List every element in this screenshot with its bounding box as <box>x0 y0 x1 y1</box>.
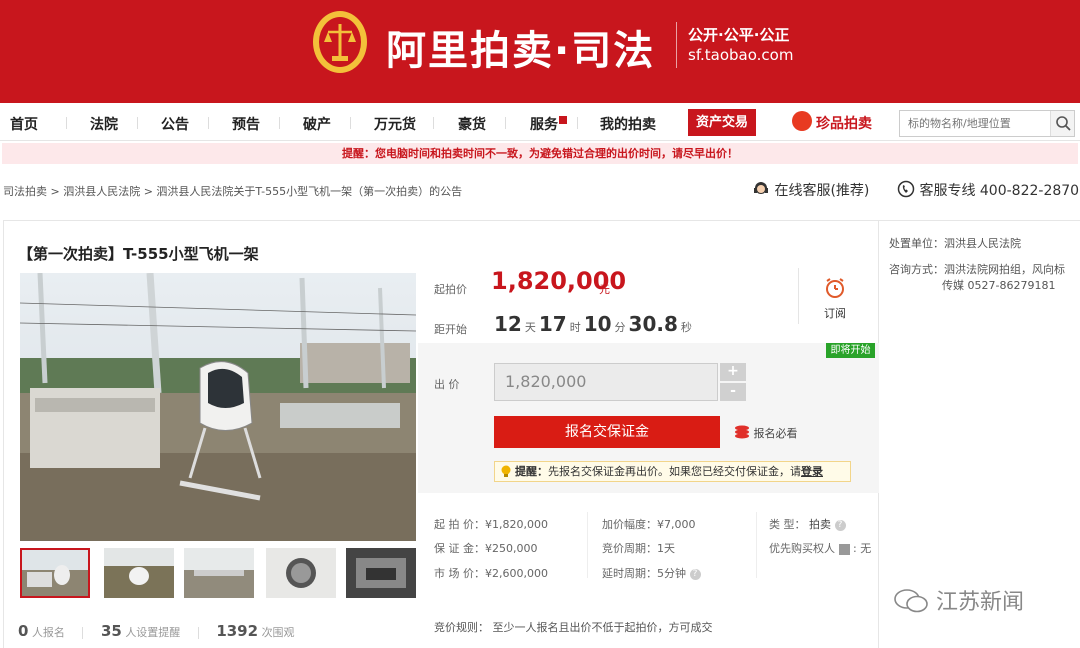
nav-divider <box>433 117 434 129</box>
nav-item-court[interactable]: 法院 <box>90 114 118 134</box>
brand-slogan: 公开·公平·公正 <box>688 26 790 44</box>
hotline: 客服专线 400-822-2870 <box>897 180 1079 200</box>
login-tip: 提醒：先报名交保证金再出价。如果您已经交付保证金，请登录 <box>494 461 851 482</box>
decrease-bid-button[interactable]: - <box>720 383 746 401</box>
nav-divider <box>505 117 506 129</box>
reminder-count: 35 <box>100 622 122 640</box>
site-banner: 阿里拍卖·司法 公开·公平·公正 sf.taobao.com <box>0 0 1080 103</box>
wechat-icon <box>894 589 928 613</box>
nav-divider <box>279 117 280 129</box>
nav-divider <box>137 117 138 129</box>
photo-thumbnails <box>20 548 416 600</box>
help-icon[interactable]: ? <box>834 519 846 531</box>
breadcrumb[interactable]: 司法拍卖 > 泗洪县人民法院 > 泗洪县人民法院关于T-555小型飞机一架（第一… <box>3 183 462 199</box>
thumbnail-item[interactable] <box>20 548 90 598</box>
court-name: 处置单位：泗洪县人民法院 <box>889 237 1021 250</box>
view-label: 次围观 <box>261 626 295 639</box>
brand-title[interactable]: 阿里拍卖·司法 <box>386 18 655 76</box>
nav-divider <box>577 117 578 129</box>
watermark-text: 江苏新闻 <box>936 590 1025 615</box>
login-link[interactable]: 登录 <box>801 465 823 478</box>
start-price-label: 起拍价 <box>434 283 467 296</box>
time-warning-bar: 提醒：您电脑时间和拍卖时间不一致，为避免错过合理的出价时间，请尽早出价！ <box>2 143 1078 164</box>
tip-prefix: 提醒： <box>515 465 548 478</box>
detail-divider <box>587 512 588 578</box>
priority-info-icon[interactable] <box>838 543 850 555</box>
new-badge <box>559 116 567 124</box>
detail-start-price: 起 拍 价：¥1,820,000 <box>434 518 548 531</box>
subscribe-label: 订阅 <box>824 307 846 320</box>
detail-priority: 优先购买权人 : 无 <box>769 542 872 555</box>
detail-market-price: 市 场 价：¥2,600,000 <box>434 567 548 580</box>
detail-period: 竞价周期：1天 <box>602 542 675 555</box>
tip-text: 先报名交保证金再出价。如果您已经交付保证金，请 <box>548 465 801 478</box>
status-badge: 即将开始 <box>826 343 875 358</box>
brand-divider <box>676 22 677 68</box>
countdown-label: 距开始 <box>434 323 467 336</box>
hotline-label: 客服专线 400-822-2870 <box>919 183 1080 199</box>
bid-amount-input[interactable]: 1,820,000 <box>494 363 718 401</box>
signup-label: 人报名 <box>31 626 65 639</box>
court-emblem-icon <box>313 11 367 73</box>
detail-type: 类 型： 拍卖 ? <box>769 516 846 532</box>
auction-title: 【第一次拍卖】T-555小型飞机一架 <box>18 245 259 263</box>
detail-increment: 加价幅度：¥7,000 <box>602 518 696 531</box>
nav-item-home[interactable]: 首页 <box>10 114 38 134</box>
detail-divider <box>756 512 757 578</box>
coins-icon <box>735 425 749 439</box>
detail-deposit: 保 证 金：¥250,000 <box>434 542 538 555</box>
nav-item-asset-trade[interactable]: 资产交易 <box>688 109 756 136</box>
auction-stats: 0 人报名 35 人设置提醒 1392 次围观 <box>18 622 295 640</box>
detail-delay: 延时周期：5分钟 ? <box>602 565 701 581</box>
brand-domain: sf.taobao.com <box>688 46 794 64</box>
nav-divider <box>66 117 67 129</box>
alarm-clock-icon <box>826 278 844 298</box>
nav-item-luxury[interactable]: 豪货 <box>458 114 486 134</box>
search-icon <box>1056 116 1071 131</box>
search-button[interactable] <box>1050 111 1074 136</box>
signup-guide-label: 报名必看 <box>753 427 798 440</box>
pay-deposit-button[interactable]: 报名交保证金 <box>494 416 720 448</box>
thumbnail-item[interactable] <box>104 548 174 598</box>
signup-guide-link[interactable]: 报名必看 <box>734 425 798 441</box>
nav-item-preview[interactable]: 预告 <box>232 114 260 134</box>
thumbnail-item[interactable] <box>184 548 254 598</box>
nav-item-notice[interactable]: 公告 <box>161 114 189 134</box>
phone-icon <box>897 180 915 198</box>
search-box <box>899 110 1075 137</box>
nav-item-cheap-goods[interactable]: 万元货 <box>374 114 416 134</box>
search-input[interactable] <box>900 111 1050 136</box>
online-service-label: 在线客服(推荐) <box>774 183 870 199</box>
bid-rule: 竞价规则： 至少一人报名且出价不低于起拍价，方可成交 <box>434 621 713 634</box>
online-service-link[interactable]: 在线客服(推荐) <box>752 180 869 200</box>
main-nav: 首页 法院 公告 预告 破产 万元货 豪货 服务 我的拍卖 资产交易 珍品拍卖 <box>0 103 1080 141</box>
increase-bid-button[interactable]: + <box>720 363 746 381</box>
help-icon[interactable]: ? <box>689 568 701 580</box>
signup-count: 0 <box>18 622 29 640</box>
contact-info: 咨询方式：泗洪法院网拍组，风向标 传媒 0527-86279181 <box>889 263 1065 292</box>
price-unit: 元 <box>599 283 610 296</box>
thumbnail-item[interactable] <box>266 548 336 598</box>
subscribe-divider <box>798 268 799 324</box>
nav-divider <box>350 117 351 129</box>
nav-divider <box>208 117 209 129</box>
headset-icon <box>754 182 768 194</box>
subscribe-button[interactable]: 订阅 <box>818 276 852 321</box>
watermark: 江苏新闻 <box>893 584 1024 616</box>
nav-item-zhenpin[interactable]: 珍品拍卖 <box>816 113 872 133</box>
countdown-timer: 12 天 17 时 10 分 30.8 秒 <box>494 312 692 336</box>
item-main-photo[interactable] <box>20 273 416 541</box>
thumbnail-item[interactable] <box>346 548 416 598</box>
nav-item-my-auction[interactable]: 我的拍卖 <box>600 114 656 134</box>
reminder-label: 人设置提醒 <box>125 626 181 639</box>
bid-label: 出 价 <box>434 378 460 391</box>
bulb-icon <box>501 465 511 477</box>
aircraft-photo <box>20 273 416 541</box>
zhenpin-logo-icon <box>792 111 812 131</box>
nav-item-bankruptcy[interactable]: 破产 <box>303 114 331 134</box>
view-count: 1392 <box>216 622 259 640</box>
nav-item-service[interactable]: 服务 <box>530 114 558 134</box>
